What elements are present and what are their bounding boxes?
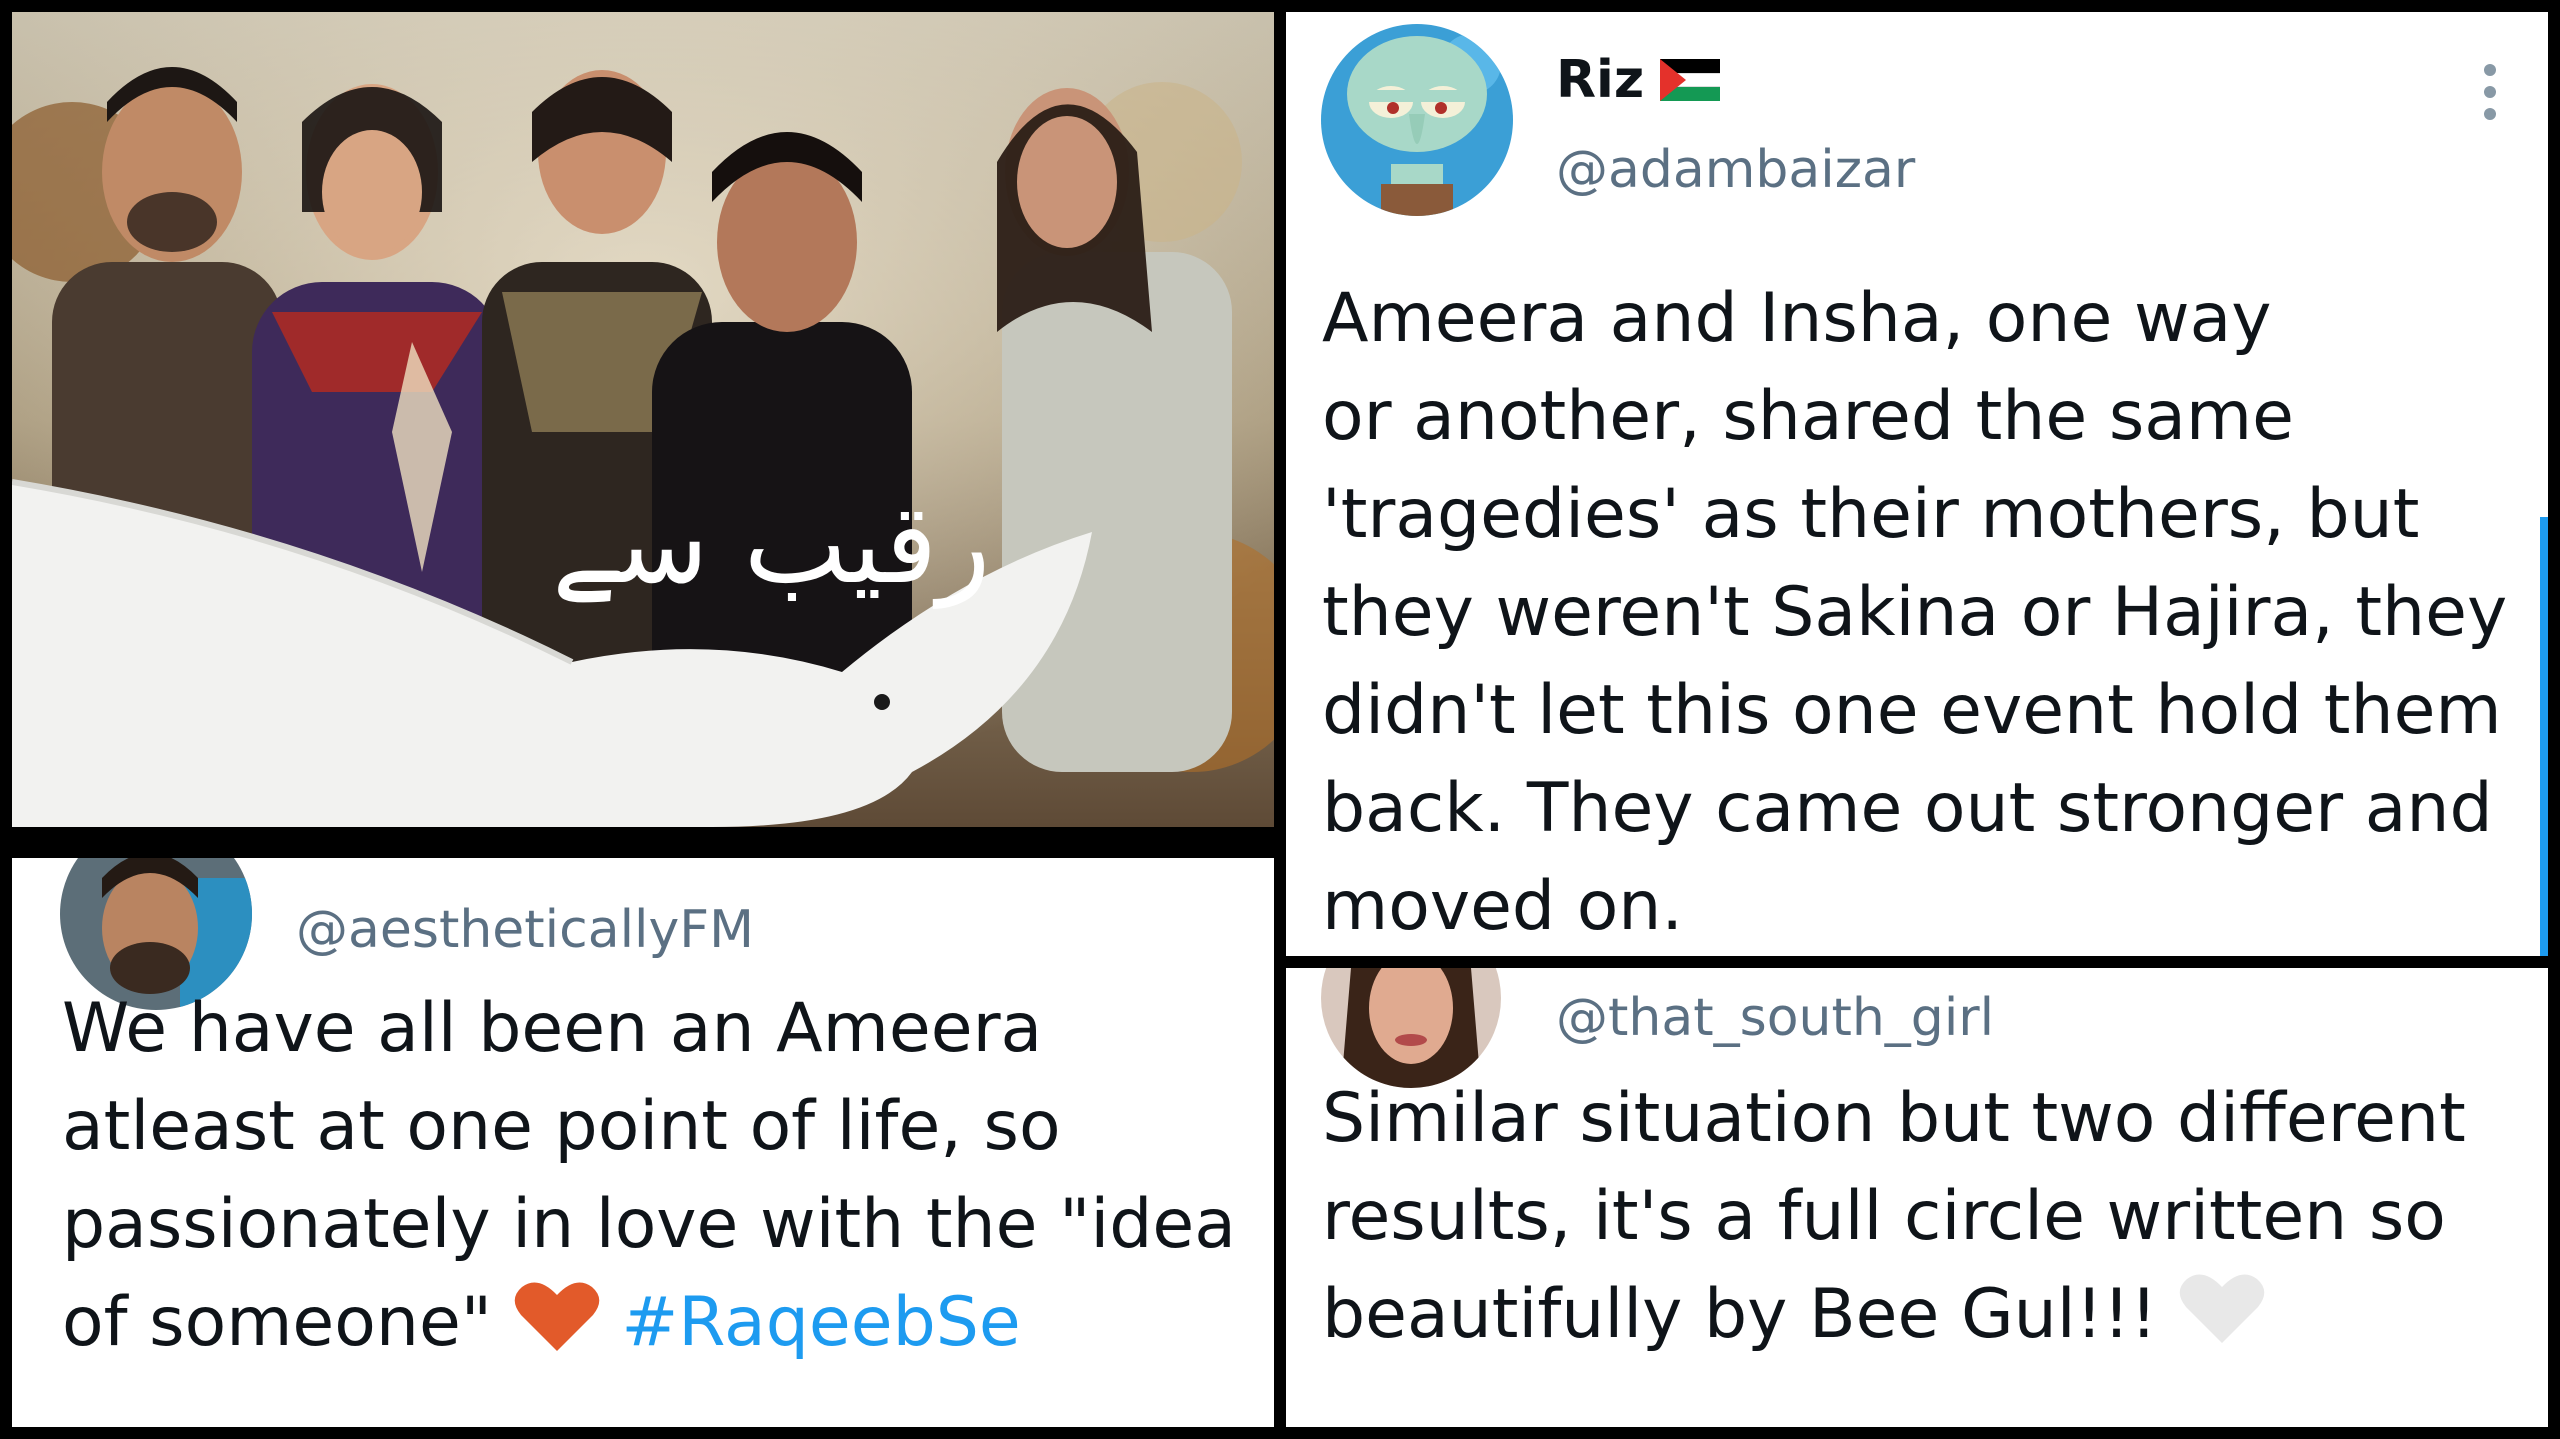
user-handle[interactable]: @that_south_girl	[1556, 988, 1994, 1048]
palestine-flag-icon	[1660, 59, 1721, 101]
hashtag-link[interactable]: #RaqeebSe	[621, 1283, 1020, 1362]
tweet-card-riz[interactable]: Riz @adambaizar Ameera and Insha, one wa…	[1286, 12, 2548, 956]
tweet-card-aestheticallyfm[interactable]: @aestheticallyFM We have all been an Ame…	[12, 858, 1274, 1427]
poster-image: رقیب سے	[12, 12, 1274, 827]
user-handle[interactable]: @aestheticallyFM	[296, 900, 754, 960]
white-heart-icon	[2179, 1271, 2265, 1372]
tweet-text: We have all been an Ameera atleast at on…	[62, 980, 1262, 1380]
display-name[interactable]: Riz	[1556, 50, 1721, 110]
scrollbar[interactable]	[2540, 517, 2548, 956]
orange-heart-icon	[514, 1279, 600, 1380]
avatar[interactable]	[1321, 24, 1513, 216]
more-options-icon[interactable]	[2484, 64, 2498, 120]
display-name-text: Riz	[1556, 50, 1645, 110]
tweet-text-body: Similar situation but two different resu…	[1322, 1079, 2466, 1354]
tweet-text: Ameera and Insha, one way or another, sh…	[1322, 279, 2508, 946]
user-handle[interactable]: @adambaizar	[1556, 140, 1915, 200]
poster-title: رقیب سے	[552, 480, 991, 609]
tweet-card-that-south-girl[interactable]: @that_south_girl Similar situation but t…	[1286, 968, 2548, 1427]
drama-poster: رقیب سے	[12, 12, 1274, 827]
tweet-text: Similar situation but two different resu…	[1322, 1070, 2522, 1372]
squidward-avatar-icon	[1321, 24, 1513, 216]
